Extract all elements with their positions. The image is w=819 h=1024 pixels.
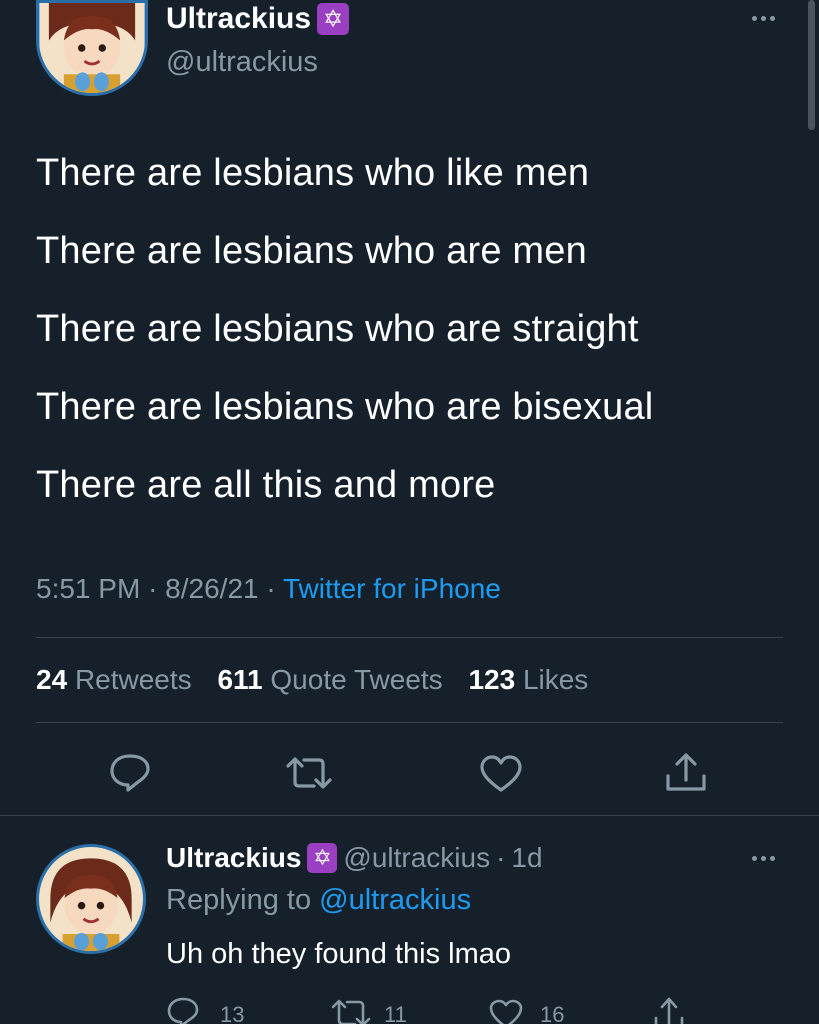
star-of-david-badge-icon: ✡ [307,843,338,873]
divider [36,722,783,723]
retweet-icon [286,757,332,789]
dot-icon [761,16,766,21]
replying-to-mention[interactable]: @ultrackius [319,884,471,916]
likes-count: 123 [468,664,516,695]
reply-icon [110,754,150,792]
avatar[interactable] [36,0,148,96]
tweet-text-line-1: There are lesbians who like men [36,152,590,194]
separator-dot: · [148,573,166,604]
reply-button[interactable] [108,752,152,792]
reply-like-count: 16 [540,1002,565,1024]
reply-more-options-button[interactable] [752,856,775,861]
reply-reply-count: 13 [220,1002,245,1024]
share-icon [654,997,684,1024]
heart-icon [480,755,522,792]
separator-dot: · [496,842,506,873]
retweet-button[interactable] [284,754,334,792]
replying-prefix: Replying to [166,884,312,916]
display-name[interactable]: Ultrackius [166,2,311,36]
tweet-text-line-3: There are lesbians who are straight [36,308,639,350]
tweet-time[interactable]: 5:51 PM [36,573,140,604]
dot-icon [752,856,757,861]
reply-retweet-count: 11 [384,1002,407,1024]
heart-icon [489,999,523,1024]
dot-icon [770,856,775,861]
tweet-meta: 5:51 PM · 8/26/21 · Twitter for iPhone [36,573,501,605]
reply-avatar[interactable] [36,844,146,954]
tweet-date[interactable]: 8/26/21 [165,573,258,604]
reply-name-row: Ultrackius ✡ @ultrackius · 1d [166,842,543,874]
dot-icon [761,856,766,861]
dot-icon [752,16,757,21]
quote-tweets-count: 611 [217,664,263,695]
reply-handle[interactable]: @ultrackius [343,842,490,874]
likes-label: Likes [522,664,589,695]
more-options-button[interactable] [752,16,775,21]
quote-tweets-label: Quote Tweets [270,664,443,695]
divider [36,637,783,638]
scrollbar[interactable] [808,0,815,130]
tweet-text-line-2: There are lesbians who are men [36,230,587,272]
reply-text: Uh oh they found this lmao [166,938,511,970]
reply-reply-button[interactable] [166,996,200,1024]
replying-to: Replying to @ultrackius [166,884,471,917]
retweets-count: 24 [36,664,68,695]
reply-retweet-button[interactable] [330,998,372,1024]
divider [0,815,819,816]
share-button[interactable] [664,752,708,794]
tweet-source-link[interactable]: Twitter for iPhone [283,573,501,604]
retweet-icon [331,999,371,1024]
avatar-image [39,847,143,951]
main-tweet-name-row: Ultrackius ✡ [166,2,350,36]
star-of-david-badge-icon: ✡ [317,3,350,35]
engagement-stats: 24 Retweets 611 Quote Tweets 123 Likes [36,664,588,696]
reply-icon [167,997,199,1024]
reply-age[interactable]: 1d [511,842,542,874]
avatar-image [39,3,145,93]
reply-display-name[interactable]: Ultrackius [166,842,301,874]
like-button[interactable] [478,754,524,794]
share-icon [666,753,706,791]
retweets-stat[interactable]: 24 Retweets [36,664,192,695]
dot-icon [770,16,775,21]
tweet-text-line-5: There are all this and more [36,464,496,506]
likes-stat[interactable]: 123 Likes [468,664,588,695]
reply-like-button[interactable] [488,998,524,1024]
retweets-label: Retweets [74,664,192,695]
tweet-text-line-4: There are lesbians who are bisexual [36,386,654,428]
separator-dot: · [266,573,283,604]
handle[interactable]: @ultrackius [166,46,318,79]
reply-share-button[interactable] [652,996,686,1024]
quote-tweets-stat[interactable]: 611 Quote Tweets [217,664,442,695]
